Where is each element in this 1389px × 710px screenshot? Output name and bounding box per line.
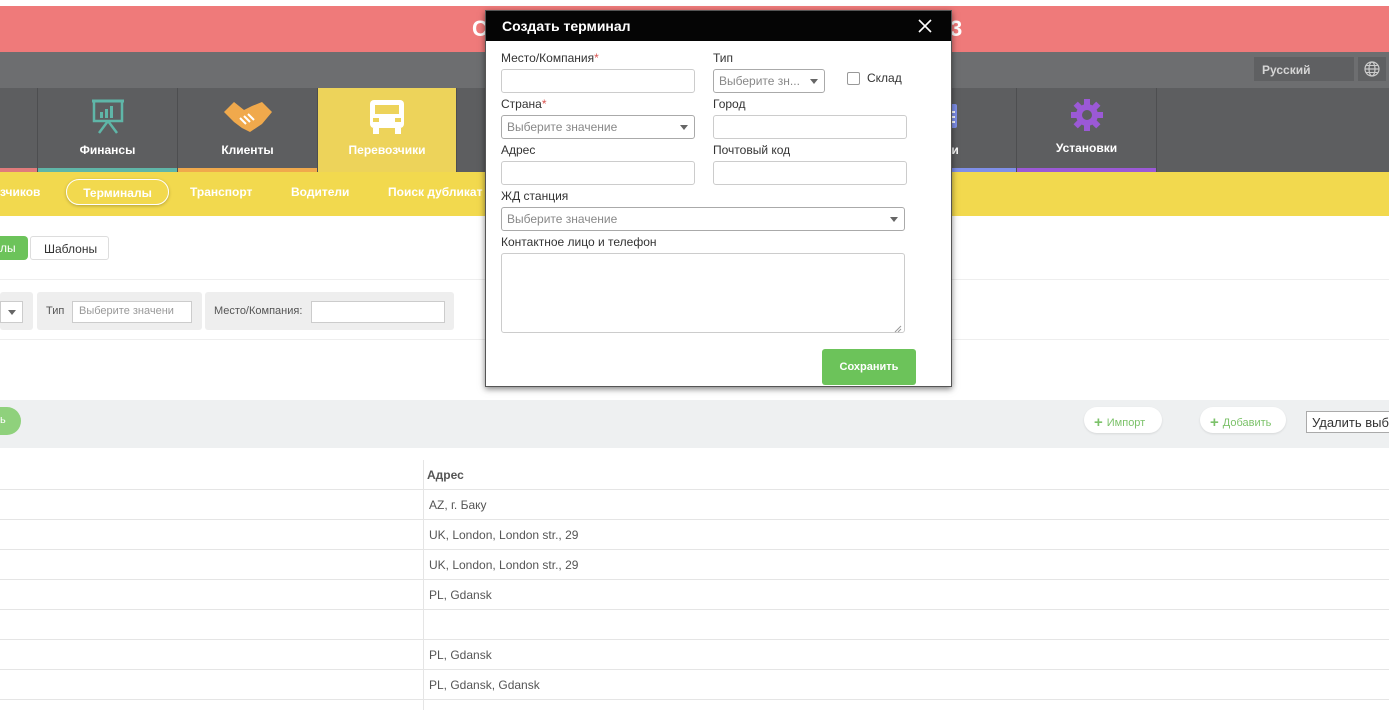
place-input[interactable] <box>501 69 695 93</box>
handshake-icon <box>222 98 274 139</box>
filter-partial-select[interactable] <box>0 301 23 323</box>
import-label: Импорт <box>1106 417 1146 429</box>
module-carriers[interactable]: Перевозчики <box>318 88 457 172</box>
presentation-chart-icon <box>91 98 125 137</box>
type-label: Тип <box>713 51 734 65</box>
resize-grip-icon[interactable] <box>894 322 902 333</box>
table-header: Адрес <box>0 460 1389 490</box>
chevron-down-icon <box>8 310 16 315</box>
contact-textarea[interactable] <box>501 253 905 333</box>
close-icon[interactable] <box>916 17 934 35</box>
tab-terminals[interactable]: лы <box>0 236 28 260</box>
module-label: Финансы <box>79 143 136 157</box>
filter-place-label: Место/Компания: <box>214 305 303 317</box>
chevron-down-icon <box>890 217 898 222</box>
subnav-item-carriers[interactable]: зчиков <box>0 185 40 199</box>
city-label: Город <box>713 97 746 111</box>
subnav-item-terminals[interactable]: Терминалы <box>66 179 169 205</box>
country-label: Страна* <box>501 97 547 111</box>
plus-icon: + <box>1210 414 1219 431</box>
warehouse-checkbox[interactable] <box>847 72 860 85</box>
filter-place: Место/Компания: <box>205 292 454 330</box>
language-select[interactable]: Русский <box>1254 57 1354 81</box>
postal-code-input[interactable] <box>713 161 907 185</box>
subnav-item-drivers[interactable]: Водители <box>291 185 349 199</box>
place-label: Место/Компания* <box>501 51 599 65</box>
truck-icon <box>367 98 407 139</box>
address-cell: AZ, г. Баку <box>429 498 487 512</box>
add-label: Добавить <box>1222 417 1272 429</box>
tab-templates[interactable]: Шаблоны <box>30 236 109 260</box>
railway-station-label: ЖД станция <box>501 189 569 203</box>
table-row[interactable]: UK, London, London str., 29 <box>0 550 1389 580</box>
delete-selected-select[interactable]: Удалить выбр <box>1306 411 1389 433</box>
module-partial[interactable] <box>0 88 38 172</box>
filter-type-select[interactable]: Выберите значени <box>72 301 192 323</box>
table-row[interactable]: UK, London, London str., 29 <box>0 520 1389 550</box>
module-label: Перевозчики <box>348 143 426 157</box>
column-header-address[interactable]: Адрес <box>427 468 464 482</box>
filter-place-input[interactable] <box>311 301 445 323</box>
filter-type-label: Тип <box>46 305 65 317</box>
address-cell: PL, Gdansk <box>429 648 492 662</box>
toolbar-green-button[interactable]: ь <box>0 407 21 435</box>
dialog-title: Создать терминал <box>502 18 631 34</box>
address-label: Адрес <box>501 143 536 157</box>
import-button[interactable]: + Импорт <box>1084 407 1162 433</box>
address-cell: UK, London, London str., 29 <box>429 558 579 572</box>
railway-station-select-value: Выберите значение <box>507 212 618 226</box>
module-label: Клиенты <box>221 143 274 157</box>
type-select[interactable]: Выберите зн... <box>713 69 825 93</box>
address-cell: UK, London, London str., 29 <box>429 528 579 542</box>
filter-partial <box>0 292 33 330</box>
type-select-value: Выберите зн... <box>719 74 800 88</box>
subnav-item-transport[interactable]: Транспорт <box>190 185 252 199</box>
country-select[interactable]: Выберите значение <box>501 115 695 139</box>
table-row[interactable] <box>0 610 1389 640</box>
table-row[interactable]: PL, Gdansk <box>0 580 1389 610</box>
warehouse-label: Склад <box>867 71 902 85</box>
city-input[interactable] <box>713 115 907 139</box>
gear-icon <box>1070 98 1104 135</box>
subnav-item-duplicates[interactable]: Поиск дубликат <box>388 185 482 199</box>
postal-code-label: Почтовый код <box>713 143 791 157</box>
save-button[interactable]: Сохранить <box>822 349 916 385</box>
module-label: Установки <box>1055 141 1118 155</box>
chevron-down-icon <box>810 79 818 84</box>
toolbar: ь + Импорт + Добавить Удалить выбр <box>0 400 1389 448</box>
address-cell: PL, Gdansk, Gdansk <box>429 678 540 692</box>
table-row[interactable]: PL, Gdansk <box>0 640 1389 670</box>
country-select-value: Выберите значение <box>507 120 618 134</box>
chevron-down-icon <box>680 125 688 130</box>
address-input[interactable] <box>501 161 695 185</box>
railway-station-select[interactable]: Выберите значение <box>501 207 905 231</box>
module-clients[interactable]: Клиенты <box>178 88 318 172</box>
plus-icon: + <box>1094 414 1103 431</box>
add-button[interactable]: + Добавить <box>1200 407 1286 433</box>
contact-label: Контактное лицо и телефон <box>501 235 657 249</box>
create-terminal-dialog: Создать терминал Место/Компания* Тип Выб… <box>485 10 952 387</box>
globe-icon[interactable] <box>1358 57 1386 81</box>
address-cell: PL, Gdansk <box>429 588 492 602</box>
module-settings[interactable]: Установки <box>1017 88 1157 172</box>
filter-type: Тип Выберите значени <box>37 292 202 330</box>
table-row[interactable]: AZ, г. Баку <box>0 490 1389 520</box>
module-finance[interactable]: Финансы <box>38 88 178 172</box>
table-row[interactable]: PL, Gdansk, Gdansk <box>0 670 1389 700</box>
dialog-header: Создать терминал <box>486 11 951 41</box>
